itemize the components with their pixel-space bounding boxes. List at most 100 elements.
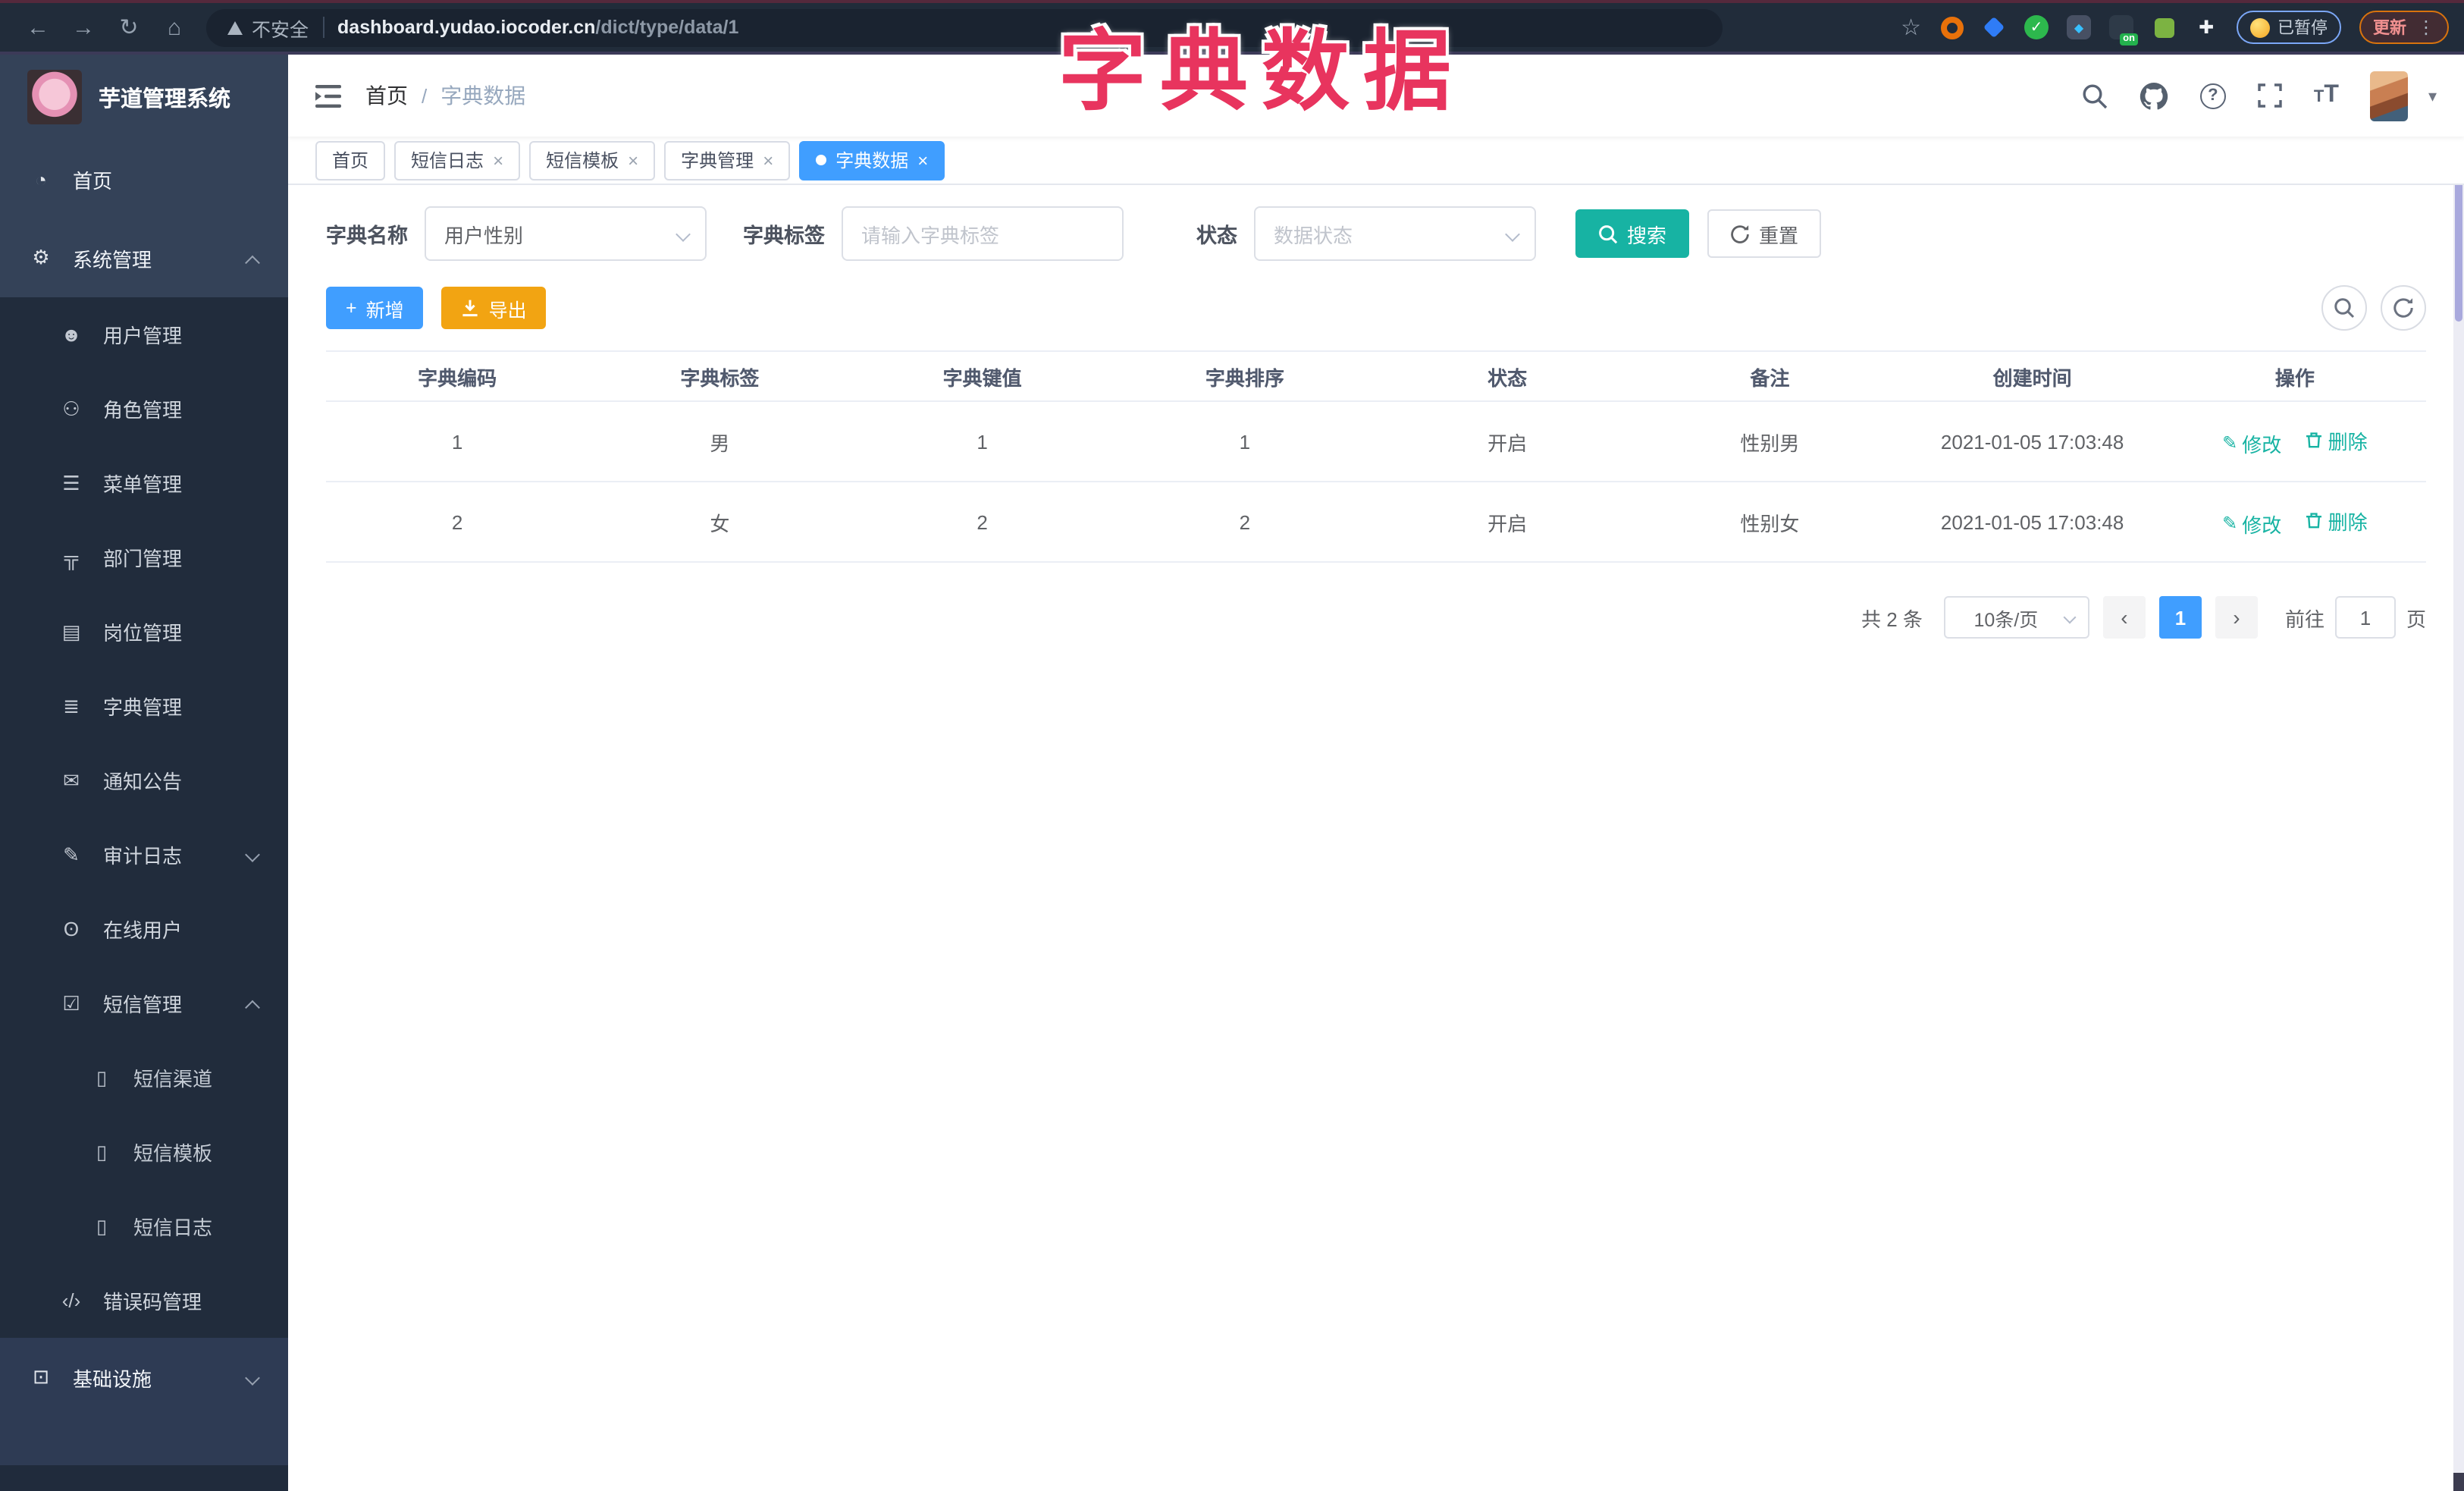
phone-icon: ▯ — [96, 1140, 108, 1163]
sidebar-item-error-code[interactable]: ‹/› 错误码管理 — [0, 1263, 288, 1338]
url-path[interactable]: /dict/type/data/1 — [595, 17, 738, 38]
page-content: 字典名称 用户性别 字典标签 请输入字典标签 状态 数据状态 搜索 重置 + 新… — [288, 185, 2464, 639]
security-label[interactable]: 不安全 — [252, 13, 309, 42]
tab-dict-data[interactable]: 字典数据 × — [799, 140, 945, 180]
extensions-puzzle-icon[interactable]: ✚ — [2194, 15, 2218, 39]
prev-page-button[interactable]: ‹ — [2102, 596, 2146, 639]
chevron-up-icon — [245, 1000, 260, 1015]
sidebar-item-online-users[interactable]: ʘ 在线用户 — [0, 892, 288, 966]
delete-link[interactable]: 删除 — [2306, 506, 2368, 535]
reload-icon[interactable]: ↻ — [106, 14, 152, 41]
breadcrumb-home[interactable]: 首页 — [365, 80, 408, 111]
github-icon[interactable] — [2140, 81, 2168, 110]
infra-icon: ⊡ — [33, 1365, 49, 1388]
fullscreen-icon[interactable] — [2258, 83, 2282, 108]
sidebar-item-sms-log[interactable]: ▯ 短信日志 — [0, 1189, 288, 1263]
extension-gem-icon[interactable] — [1982, 15, 2006, 39]
font-size-icon[interactable]: TT — [2314, 83, 2339, 108]
extension-green-icon[interactable] — [2152, 15, 2176, 39]
help-icon[interactable]: ? — [2199, 83, 2226, 108]
page-size-select[interactable]: 10条/页 — [1943, 596, 2089, 639]
url-host[interactable]: dashboard.yudao.iocoder.cn — [337, 17, 595, 38]
filter-form: 字典名称 用户性别 字典标签 请输入字典标签 状态 数据状态 搜索 重置 — [326, 206, 2426, 261]
close-icon[interactable]: × — [763, 151, 773, 169]
chevron-down-icon — [245, 847, 260, 862]
sidebar-item-notice[interactable]: ✉ 通知公告 — [0, 743, 288, 818]
sidebar-top-section: 芋道管理系统 ◔ 首页 ⚙ 系统管理 — [0, 55, 288, 297]
dict-data-table: 字典编码 字典标签 字典键值 字典排序 状态 备注 创建时间 操作 1 男 1 — [326, 350, 2426, 563]
app-logo — [27, 70, 82, 124]
toggle-search-button[interactable] — [2321, 285, 2367, 331]
back-icon[interactable]: ← — [15, 14, 61, 40]
export-button[interactable]: 导出 — [441, 287, 547, 329]
on-badge: on — [2120, 33, 2138, 46]
sidebar-item-sms-channel[interactable]: ▯ 短信渠道 — [0, 1041, 288, 1115]
forward-icon[interactable]: → — [61, 14, 106, 40]
kebab-menu-icon[interactable]: ⋮ — [2417, 17, 2435, 38]
sidebar-item-sms-management[interactable]: ☑ 短信管理 — [0, 966, 288, 1041]
overlay-annotation-title: 字典数据 — [1058, 23, 1466, 121]
page-scrollbar[interactable] — [2453, 55, 2464, 1491]
close-icon[interactable]: × — [628, 151, 638, 169]
tab-dict-management[interactable]: 字典管理 × — [664, 140, 791, 180]
scrollbar-corner — [2453, 1473, 2464, 1491]
status-text: 开启 — [1376, 401, 1639, 482]
dict-label-input[interactable]: 请输入字典标签 — [842, 206, 1124, 261]
sidebar-item-infrastructure[interactable]: ⊡ 基础设施 — [0, 1338, 288, 1417]
sidebar-item-home[interactable]: ◔ 首页 — [0, 140, 288, 218]
chevron-down-icon — [676, 227, 691, 242]
total-count: 共 2 条 — [1861, 607, 1923, 630]
edit-link[interactable]: ✎ 修改 — [2222, 509, 2281, 538]
reset-button[interactable]: 重置 — [1707, 209, 1822, 258]
sidebar-item-dept-management[interactable]: ╦ 部门管理 — [0, 520, 288, 595]
extension-ring-icon[interactable] — [1939, 15, 1964, 39]
close-icon[interactable]: × — [917, 151, 928, 169]
sidebar: 芋道管理系统 ◔ 首页 ⚙ 系统管理 ☻ 用户管理 ⚇ 角色管理 ☰ 菜单管理 … — [0, 55, 288, 1491]
collapse-sidebar-icon[interactable] — [315, 84, 341, 107]
sidebar-item-system-management[interactable]: ⚙ 系统管理 — [0, 218, 288, 297]
page-1-button[interactable]: 1 — [2158, 596, 2202, 639]
plus-icon: + — [346, 297, 357, 319]
extension-proxy-icon[interactable]: on — [2109, 15, 2138, 46]
trash-icon — [2306, 513, 2322, 529]
bookmark-star-icon[interactable]: ☆ — [1901, 14, 1921, 41]
goto-page-input[interactable]: 1 — [2334, 596, 2396, 639]
status-select[interactable]: 数据状态 — [1254, 206, 1536, 261]
search-icon[interactable] — [2082, 83, 2108, 108]
extension-check-icon[interactable]: ✓ — [2024, 15, 2049, 39]
dict-name-select[interactable]: 用户性别 — [425, 206, 707, 261]
sidebar-item-post-management[interactable]: ▤ 岗位管理 — [0, 595, 288, 669]
tab-home[interactable]: 首页 — [315, 140, 386, 180]
dict-book-icon: ≣ — [63, 694, 80, 717]
address-bar[interactable]: 不安全 dashboard.yudao.iocoder.cn /dict/typ… — [206, 8, 1723, 46]
avatar[interactable] — [2370, 71, 2409, 121]
edit-link[interactable]: ✎ 修改 — [2222, 428, 2281, 457]
caret-down-icon[interactable]: ▾ — [2428, 86, 2437, 105]
sidebar-submenu-section: ☻ 用户管理 ⚇ 角色管理 ☰ 菜单管理 ╦ 部门管理 ▤ 岗位管理 ≣ 字典管… — [0, 297, 288, 1338]
close-icon[interactable]: × — [493, 151, 503, 169]
home-icon[interactable]: ⌂ — [152, 14, 197, 40]
tab-sms-log[interactable]: 短信日志 × — [394, 140, 521, 180]
sidebar-item-audit-log[interactable]: ✎ 审计日志 — [0, 818, 288, 892]
sidebar-item-sms-template[interactable]: ▯ 短信模板 — [0, 1115, 288, 1189]
app-logo-row[interactable]: 芋道管理系统 — [0, 55, 288, 140]
add-button[interactable]: + 新增 — [326, 287, 424, 329]
update-button[interactable]: 更新 ⋮ — [2359, 11, 2449, 44]
next-page-button[interactable]: › — [2215, 596, 2258, 639]
extension-sliders-icon[interactable]: ◆ — [2067, 15, 2091, 39]
sidebar-item-user-management[interactable]: ☻ 用户管理 — [0, 297, 288, 372]
sidebar-item-role-management[interactable]: ⚇ 角色管理 — [0, 372, 288, 446]
status-label: 状态 — [1196, 224, 1237, 247]
sidebar-item-dict-management[interactable]: ≣ 字典管理 — [0, 669, 288, 743]
chevron-down-icon — [1505, 227, 1520, 242]
pencil-icon: ✎ — [2222, 513, 2238, 534]
search-button[interactable]: 搜索 — [1575, 209, 1690, 258]
dashboard-icon: ◔ — [35, 168, 47, 190]
dict-label-label: 字典标签 — [743, 224, 825, 247]
refresh-icon — [1731, 224, 1749, 243]
delete-link[interactable]: 删除 — [2306, 425, 2368, 454]
tab-sms-template[interactable]: 短信模板 × — [529, 140, 656, 180]
sidebar-item-menu-management[interactable]: ☰ 菜单管理 — [0, 446, 288, 520]
paused-extension-pill[interactable]: 已暂停 — [2237, 11, 2341, 44]
refresh-table-button[interactable] — [2381, 285, 2426, 331]
